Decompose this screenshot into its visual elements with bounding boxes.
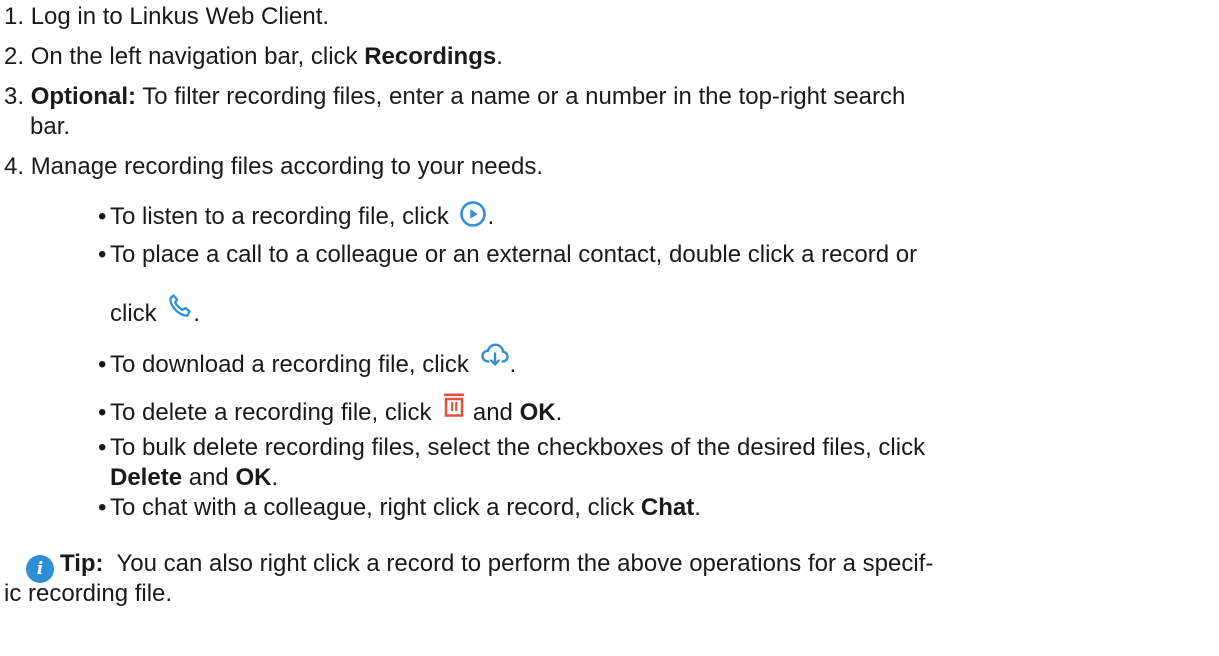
bullet-bold-text: Chat	[640, 494, 695, 521]
step-number: 4.	[4, 153, 25, 180]
bullet-text: To download a recording file, click	[110, 351, 469, 378]
bullet-bulk-delete-continuation: Delete and OK.	[98, 463, 278, 493]
cloud-download-icon	[480, 342, 510, 376]
bullet-text: click	[110, 300, 157, 327]
tip-continuation: ic recording file.	[4, 579, 172, 609]
play-circle-icon	[459, 200, 487, 236]
bullet-bold-text: Delete	[110, 464, 183, 491]
step-1: 1. Log in to Linkus Web Client.	[4, 2, 329, 32]
bullet-download: • To download a recording file, click .	[98, 342, 516, 380]
bullet-delete: • To delete a recording file, click and O…	[98, 392, 562, 428]
trash-icon	[442, 392, 466, 426]
step-bold-text: Optional:	[30, 83, 137, 110]
bullet-call-continuation: click .	[98, 293, 200, 329]
step-number: 1.	[4, 3, 25, 30]
tip-text: You can also right click a record to per…	[103, 550, 934, 577]
phone-icon	[167, 293, 193, 327]
bullet-text: and	[466, 399, 520, 426]
bullet-bold-text: OK	[235, 464, 272, 491]
tip-text: ic recording file.	[4, 580, 173, 607]
bullet-bold-text: OK	[519, 399, 556, 426]
bullet-bulk-delete: • To bulk delete recording files, select …	[98, 433, 925, 463]
bullet-text: and	[182, 464, 236, 491]
step-text: Manage recording files according to your…	[30, 153, 543, 180]
document: 1. Log in to Linkus Web Client. 2. On th…	[0, 0, 1219, 656]
bullet-text: To delete a recording file, click	[110, 399, 432, 426]
step-2: 2. On the left navigation bar, click Rec…	[4, 42, 503, 72]
bullet-dot: •	[98, 203, 107, 230]
step-4: 4. Manage recording files according to y…	[4, 152, 543, 182]
bullet-punctuation: .	[694, 494, 701, 521]
bullet-punctuation: .	[509, 351, 517, 378]
bullet-dot: •	[98, 399, 107, 426]
bullet-chat: • To chat with a colleague, right click a…	[98, 493, 701, 523]
step-number: 2.	[4, 43, 25, 70]
step-3-continuation: bar.	[4, 112, 70, 142]
bullet-punctuation: .	[193, 300, 201, 327]
step-number: 3.	[4, 83, 25, 110]
bullet-listen: • To listen to a recording file, click .	[98, 200, 494, 236]
step-text: On the left navigation bar, click	[30, 43, 365, 70]
step-text: Log in to Linkus Web Client.	[30, 3, 330, 30]
bullet-punctuation: .	[555, 399, 563, 426]
step-punctuation: .	[496, 43, 503, 70]
bullet-call: • To place a call to a colleague or an ex…	[98, 240, 917, 270]
step-3: 3. Optional: To filter recording files, …	[4, 82, 905, 112]
bullet-text: To place a call to a colleague or an ext…	[110, 241, 918, 268]
bullet-punctuation: .	[487, 203, 495, 230]
bullet-text: To bulk delete recording files, select t…	[110, 434, 926, 461]
step-text: bar.	[30, 113, 71, 140]
bullet-dot: •	[98, 241, 107, 268]
bullet-text: To listen to a recording file, click	[110, 203, 449, 230]
tip-note: i Tip: You can also right click a record …	[4, 549, 1194, 583]
tip-label: Tip:	[60, 550, 104, 577]
bullet-dot: •	[98, 351, 107, 378]
bullet-punctuation: .	[271, 464, 279, 491]
step-bold-text: Recordings	[364, 43, 497, 70]
bullet-text: To chat with a colleague, right click a …	[110, 494, 641, 521]
bullet-dot: •	[98, 494, 107, 521]
bullet-dot: •	[98, 434, 107, 461]
step-text: To filter recording files, enter a name …	[136, 83, 906, 110]
